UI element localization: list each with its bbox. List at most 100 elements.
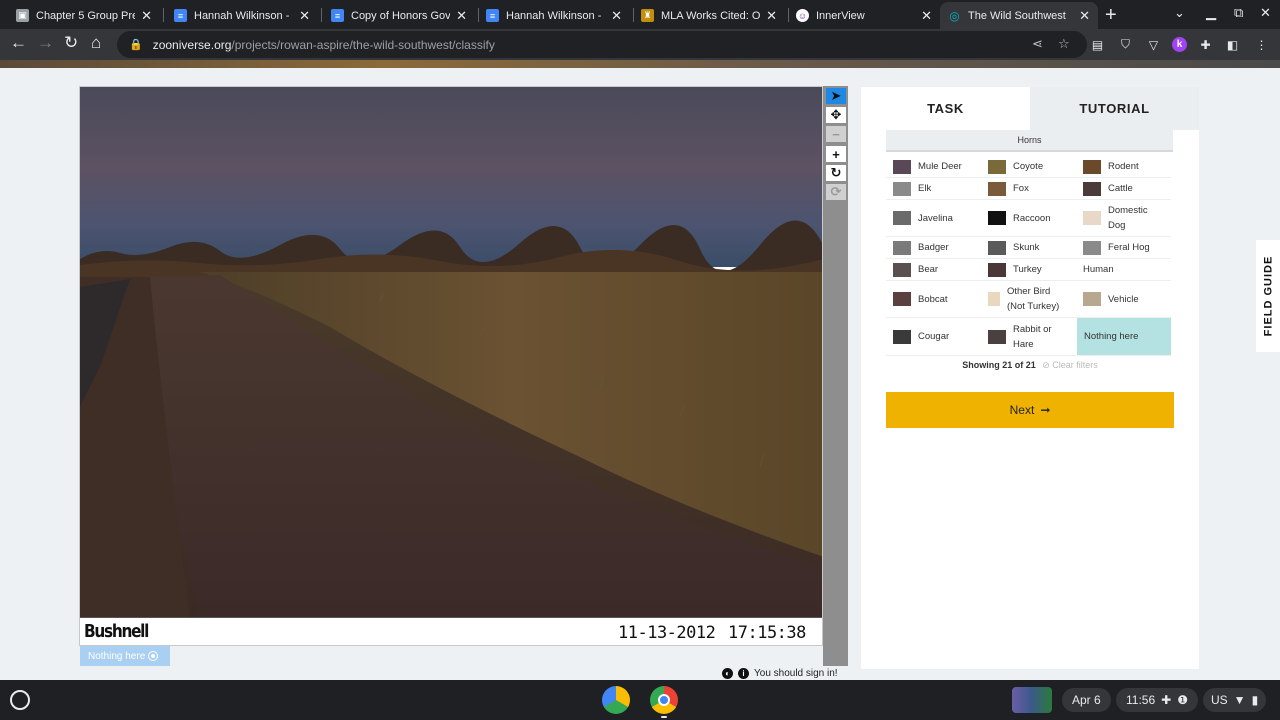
choice-rabbit-or-hare[interactable]: Rabbit or Hare bbox=[981, 318, 1076, 356]
tab-task[interactable]: TASK bbox=[861, 87, 1030, 130]
choice-mule-deer[interactable]: Mule Deer bbox=[886, 156, 981, 178]
choice-bear[interactable]: Bear bbox=[886, 259, 981, 281]
choice-rodent[interactable]: Rodent bbox=[1076, 156, 1171, 178]
new-tab-icon[interactable]: + bbox=[1105, 4, 1117, 27]
choice-elk[interactable]: Elk bbox=[886, 178, 981, 200]
info-icon[interactable]: i bbox=[738, 668, 749, 679]
cougar-thumbnail bbox=[893, 329, 911, 344]
zooniverse-icon: ◎ bbox=[949, 8, 960, 23]
zoom-in-icon[interactable]: + bbox=[826, 146, 846, 162]
reset-icon[interactable]: ⟳ bbox=[826, 184, 846, 200]
javelina-thumbnail bbox=[893, 211, 911, 225]
close-icon[interactable]: ✕ bbox=[766, 8, 777, 24]
close-icon[interactable]: ✕ bbox=[611, 8, 622, 24]
home-icon[interactable]: ⌂ bbox=[91, 33, 101, 53]
browser-tab[interactable]: ▣ Chapter 5 Group Pres ✕ bbox=[8, 2, 160, 29]
minimize-icon[interactable]: ▁ bbox=[1206, 5, 1216, 21]
notification-icon: ✚ bbox=[1161, 693, 1172, 707]
choice-feral-hog[interactable]: Feral Hog bbox=[1076, 237, 1171, 259]
turkey-thumbnail bbox=[988, 262, 1006, 277]
choice-javelina[interactable]: Javelina bbox=[886, 200, 981, 237]
choice-badger[interactable]: Badger bbox=[886, 237, 981, 259]
puzzle-icon[interactable]: ✚ bbox=[1198, 37, 1213, 52]
purdue-owl-icon: ♜ bbox=[641, 9, 654, 22]
tray-date[interactable]: Apr 6 bbox=[1062, 688, 1111, 712]
subject-viewer[interactable]: Bushnell 11-13-2012 17:15:38 bbox=[79, 86, 823, 646]
vpn-icon[interactable]: ▽ bbox=[1146, 37, 1161, 52]
side-panel-icon[interactable]: ◧ bbox=[1225, 37, 1240, 52]
choice-turkey[interactable]: Turkey bbox=[981, 259, 1076, 281]
other-bird-thumbnail bbox=[988, 292, 1000, 306]
window-close-icon[interactable]: ✕ bbox=[1260, 5, 1271, 21]
remove-tag-icon[interactable] bbox=[149, 652, 158, 660]
tray-status[interactable]: US ▼ ▮ bbox=[1203, 688, 1267, 712]
next-button[interactable]: Next ➞ bbox=[886, 392, 1174, 428]
chrome-icon[interactable] bbox=[650, 686, 678, 714]
choice-cattle[interactable]: Cattle bbox=[1076, 178, 1171, 200]
browser-tab-active[interactable]: ◎ The Wild Southwest ✕ bbox=[940, 2, 1098, 29]
tab-search-icon[interactable]: ⌄ bbox=[1174, 5, 1185, 21]
shield-icon[interactable]: ⛉ bbox=[1118, 37, 1133, 52]
docs-icon: ≡ bbox=[486, 9, 499, 22]
share-icon[interactable]: ⋖ bbox=[1032, 36, 1043, 52]
pointer-icon[interactable]: ➤ bbox=[826, 88, 846, 104]
extension-icon[interactable]: ▤ bbox=[1090, 37, 1105, 52]
rabbit-thumbnail bbox=[988, 329, 1006, 344]
bobcat-thumbnail bbox=[893, 292, 911, 306]
back-icon[interactable]: ← bbox=[10, 33, 27, 53]
choice-cougar[interactable]: Cougar bbox=[886, 318, 981, 356]
launcher-icon[interactable] bbox=[10, 690, 30, 710]
annotation-tag[interactable]: Nothing here bbox=[80, 646, 170, 666]
image-toolbar: ➤ ✥ − + ↻ ⟳ bbox=[823, 86, 848, 666]
skunk-thumbnail bbox=[988, 240, 1006, 255]
choice-coyote[interactable]: Coyote bbox=[981, 156, 1076, 178]
zoom-out-icon[interactable]: − bbox=[826, 126, 846, 142]
contrast-icon[interactable]: ◐ bbox=[722, 668, 733, 679]
raccoon-thumbnail bbox=[988, 211, 1006, 225]
close-icon[interactable]: ✕ bbox=[921, 8, 932, 24]
browser-tab[interactable]: ☺ InnerView ✕ bbox=[788, 2, 940, 29]
badge-icon: ❶ bbox=[1177, 693, 1188, 707]
choice-domestic-dog[interactable]: Domestic Dog bbox=[1076, 200, 1171, 237]
filter-horns[interactable]: Horns bbox=[886, 130, 1173, 152]
photo-time: 17:15:38 bbox=[728, 623, 806, 643]
choice-skunk[interactable]: Skunk bbox=[981, 237, 1076, 259]
tab-tutorial[interactable]: TUTORIAL bbox=[1030, 87, 1199, 130]
browser-tab[interactable]: ♜ MLA Works Cited: Oth ✕ bbox=[633, 2, 785, 29]
clear-filters-link[interactable]: ⊘ Clear filters bbox=[1042, 360, 1098, 370]
choice-bobcat[interactable]: Bobcat bbox=[886, 281, 981, 318]
maximize-icon[interactable]: ⧉ bbox=[1234, 5, 1243, 21]
close-icon[interactable]: ✕ bbox=[456, 8, 467, 24]
choice-vehicle[interactable]: Vehicle bbox=[1076, 281, 1171, 318]
menu-icon[interactable]: ⋮ bbox=[1254, 37, 1269, 52]
browser-tab[interactable]: ≡ Hannah Wilkinson - F ✕ bbox=[478, 2, 630, 29]
google-drive-icon[interactable] bbox=[602, 686, 630, 714]
choice-human[interactable]: Human bbox=[1076, 259, 1171, 281]
camera-trap-photo[interactable] bbox=[80, 87, 822, 617]
docs-icon: ≡ bbox=[331, 9, 344, 22]
phone-hub-icon[interactable] bbox=[1012, 687, 1052, 713]
close-icon[interactable]: ✕ bbox=[299, 8, 310, 24]
signin-notice[interactable]: ◐ i You should sign in! bbox=[722, 668, 838, 679]
browser-tab[interactable]: ≡ Hannah Wilkinson - C ✕ bbox=[166, 2, 318, 29]
bookmark-star-icon[interactable]: ☆ bbox=[1058, 36, 1070, 52]
field-guide-button[interactable]: FIELD GUIDE bbox=[1256, 240, 1280, 352]
kami-extension-icon[interactable]: k bbox=[1172, 37, 1187, 52]
address-bar[interactable]: 🔒 zooniverse.org/projects/rowan-aspire/t… bbox=[117, 31, 1087, 58]
rotate-icon[interactable]: ↻ bbox=[826, 165, 846, 181]
choice-other-bird[interactable]: Other Bird (Not Turkey) bbox=[981, 281, 1076, 318]
choice-raccoon[interactable]: Raccoon bbox=[981, 200, 1076, 237]
reload-icon[interactable]: ↻ bbox=[64, 33, 78, 53]
forward-icon[interactable]: → bbox=[37, 33, 54, 53]
browser-tab[interactable]: ≡ Copy of Honors Gove ✕ bbox=[323, 2, 475, 29]
tray-clock[interactable]: 11:56 ✚ ❶ bbox=[1116, 688, 1198, 712]
task-tabs: TASK TUTORIAL bbox=[861, 87, 1199, 130]
close-icon[interactable]: ✕ bbox=[1079, 8, 1090, 24]
task-panel: TASK TUTORIAL Horns Mule Deer Coyote Rod… bbox=[861, 87, 1199, 669]
close-icon[interactable]: ✕ bbox=[141, 8, 152, 24]
domestic-dog-thumbnail bbox=[1083, 211, 1101, 225]
mule-deer-thumbnail bbox=[893, 159, 911, 174]
pan-icon[interactable]: ✥ bbox=[826, 107, 846, 123]
choice-nothing-here[interactable]: Nothing here bbox=[1077, 318, 1171, 356]
choice-fox[interactable]: Fox bbox=[981, 178, 1076, 200]
